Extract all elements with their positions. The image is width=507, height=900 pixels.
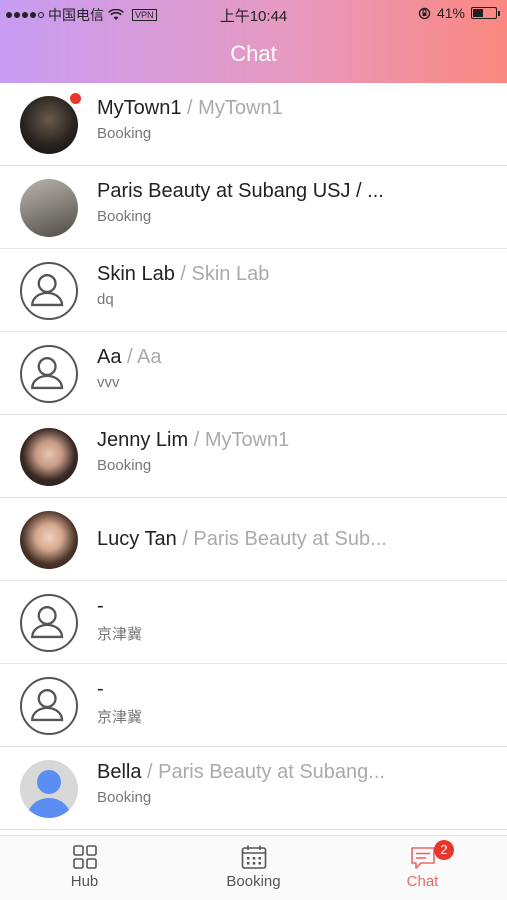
shop-name: Paris Beauty at Subang... bbox=[158, 761, 385, 783]
shop-name: MyTown1 bbox=[198, 97, 283, 119]
contact-name: - bbox=[97, 678, 104, 700]
name-separator: / bbox=[176, 528, 194, 550]
avatar bbox=[20, 511, 78, 569]
contact-name: Bella bbox=[97, 761, 142, 783]
chat-row[interactable]: Jenny Lim / MyTown1 Booking bbox=[0, 415, 507, 498]
avatar bbox=[20, 179, 78, 237]
last-message: Booking bbox=[97, 125, 152, 142]
chat-row[interactable]: Aa / Aa vvv bbox=[0, 332, 507, 415]
avatar bbox=[20, 428, 78, 486]
default-user-icon bbox=[20, 345, 78, 403]
last-message: Booking bbox=[97, 457, 152, 474]
tab-booking[interactable]: Booking bbox=[169, 836, 338, 900]
tab-label: Hub bbox=[70, 873, 99, 890]
tab-chat[interactable]: 2 Chat bbox=[338, 836, 507, 900]
tab-label: Booking bbox=[226, 873, 281, 890]
name-separator: / bbox=[174, 263, 192, 285]
contact-name: Skin Lab bbox=[97, 263, 175, 285]
chat-row[interactable]: - 京津冀 bbox=[0, 581, 507, 664]
chat-row[interactable]: Bella / Paris Beauty at Subang... Bookin… bbox=[0, 747, 507, 830]
unread-indicator bbox=[70, 93, 81, 104]
orientation-lock-icon bbox=[418, 7, 431, 19]
default-user-icon bbox=[20, 594, 78, 652]
avatar bbox=[20, 96, 78, 154]
tab-label: Chat bbox=[406, 873, 439, 890]
tab-bar: Hub Booking 2 Chat bbox=[0, 835, 507, 900]
shop-name: Aa bbox=[137, 346, 162, 368]
contact-name: Paris Beauty at Subang USJ bbox=[97, 180, 351, 202]
chat-row[interactable]: - 京津冀 bbox=[0, 664, 507, 747]
contact-name: Jenny Lim bbox=[97, 429, 189, 451]
chat-list: MyTown1 / MyTown1 Booking Paris Beauty a… bbox=[0, 83, 507, 835]
calendar-icon bbox=[241, 845, 266, 869]
chat-row[interactable]: Paris Beauty at Subang USJ / ... Booking bbox=[0, 166, 507, 249]
tab-hub[interactable]: Hub bbox=[0, 836, 169, 900]
grid-icon bbox=[72, 845, 97, 869]
contact-name: MyTown1 bbox=[97, 97, 182, 119]
contact-name: Aa bbox=[97, 346, 122, 368]
name-separator: / bbox=[141, 761, 159, 783]
name-separator: / bbox=[121, 346, 138, 368]
last-message: 京津冀 bbox=[97, 626, 143, 643]
name-separator: / bbox=[188, 429, 205, 451]
app-header: 中国电信 VPN 上午10:44 41% Chat bbox=[0, 0, 507, 83]
shop-name: MyTown1 bbox=[204, 429, 290, 451]
unread-badge: 2 bbox=[434, 840, 454, 860]
last-message: vvv bbox=[97, 374, 120, 391]
shop-name: / bbox=[181, 97, 199, 119]
last-message: 京津冀 bbox=[97, 709, 143, 726]
shop-name: Skin Lab bbox=[191, 263, 270, 285]
page-title: Chat bbox=[230, 41, 277, 66]
chat-row[interactable]: MyTown1 / MyTown1 Booking bbox=[0, 83, 507, 166]
default-user-icon bbox=[20, 677, 78, 735]
name-separator: / bbox=[350, 180, 368, 202]
shop-name: ... bbox=[367, 180, 384, 202]
last-message: Booking bbox=[97, 789, 152, 806]
last-message: Booking bbox=[97, 208, 152, 225]
chat-row[interactable]: Lucy Tan / Paris Beauty at Sub... bbox=[0, 498, 507, 581]
contact-name: Lucy Tan bbox=[97, 528, 177, 550]
chat-bubble-icon bbox=[410, 847, 435, 869]
status-bar: 中国电信 VPN 上午10:44 41% bbox=[0, 0, 507, 28]
status-right: 41% bbox=[418, 5, 500, 21]
last-message: dq bbox=[97, 291, 114, 308]
default-user-icon bbox=[20, 262, 78, 320]
battery-icon bbox=[471, 7, 500, 19]
battery-percent: 41% bbox=[436, 5, 465, 21]
chat-row[interactable]: Skin Lab / Skin Lab dq bbox=[0, 249, 507, 332]
contact-name: - bbox=[97, 595, 104, 617]
user-silhouette-icon bbox=[20, 760, 78, 818]
shop-name: Paris Beauty at Sub... bbox=[193, 528, 387, 550]
